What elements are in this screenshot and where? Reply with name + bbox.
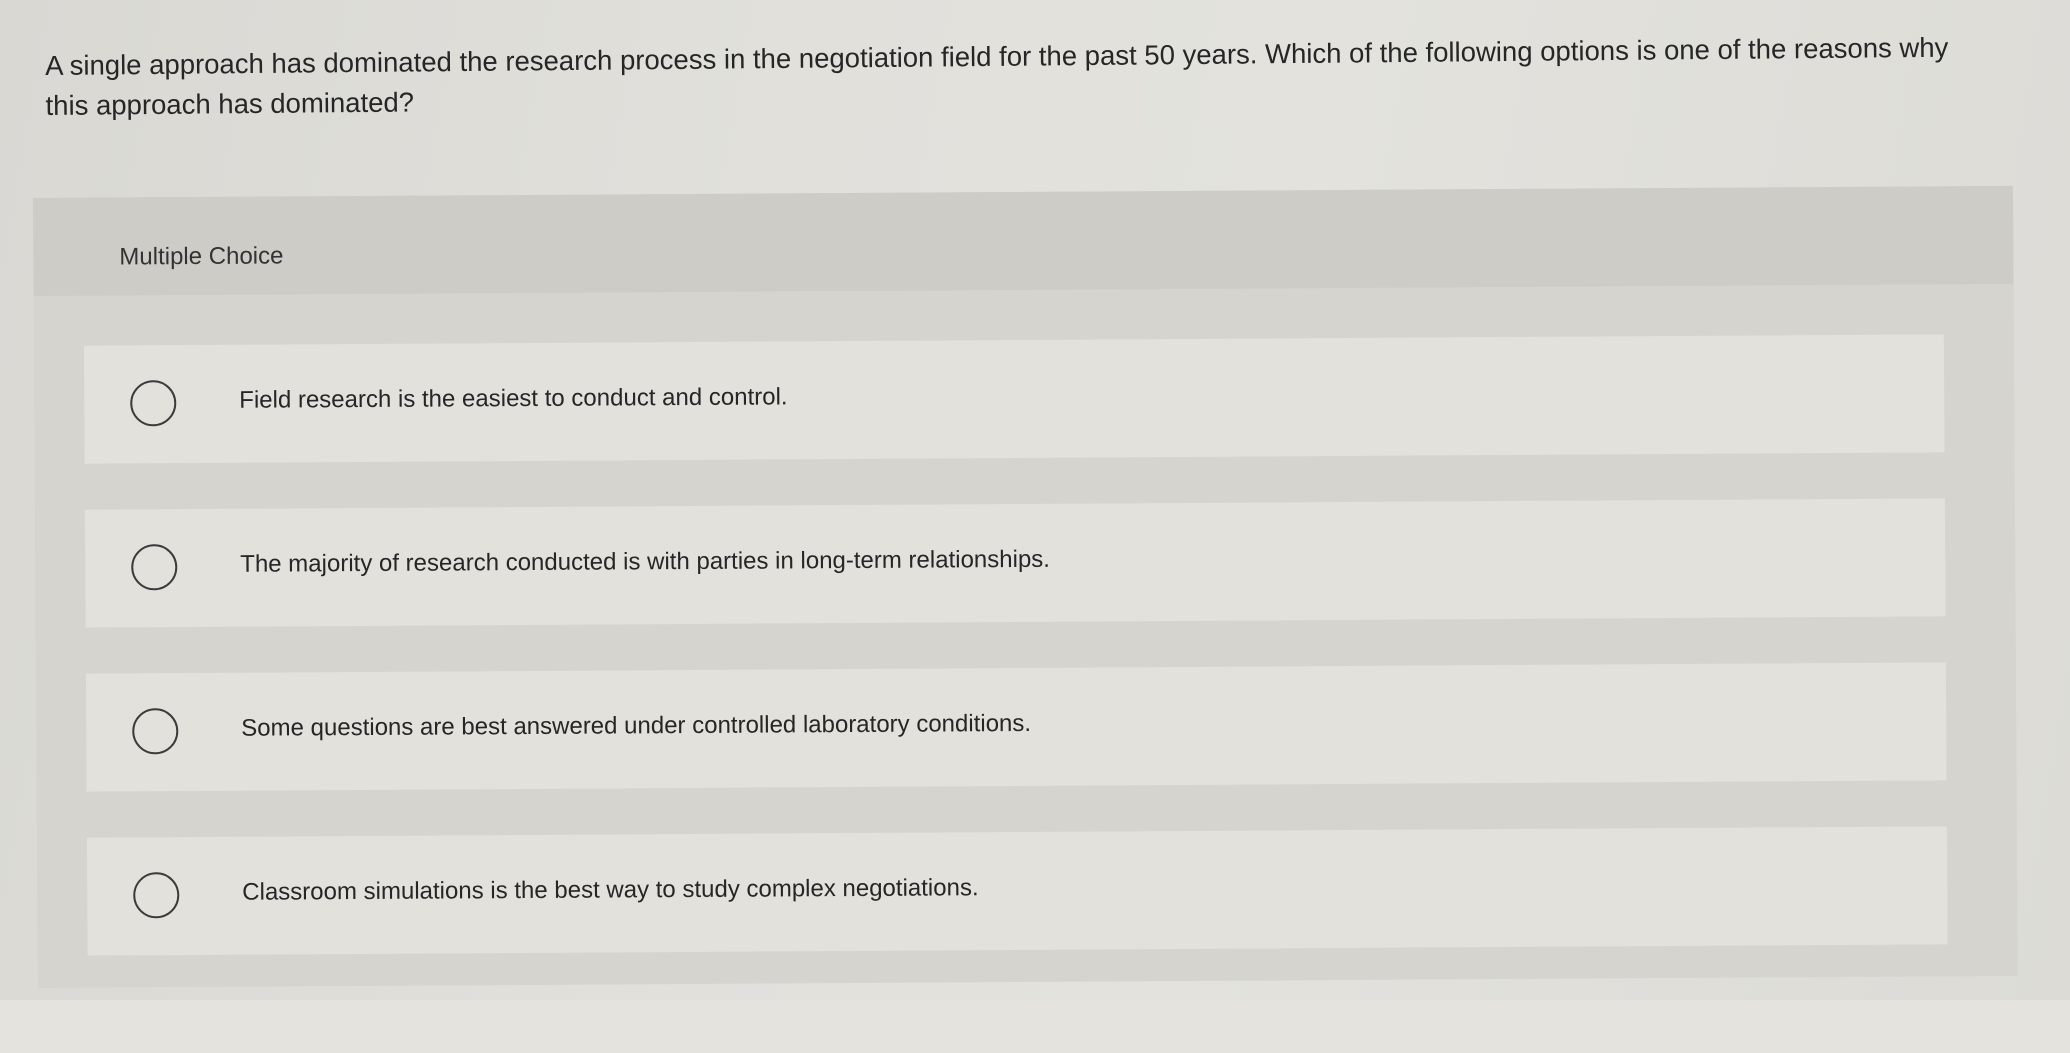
multiple-choice-panel: Multiple Choice Field research is the ea…	[33, 185, 2018, 988]
radio-button-icon[interactable]	[130, 380, 177, 427]
page-bottom-strip	[0, 1000, 2070, 1053]
radio-button-icon[interactable]	[132, 708, 179, 755]
answer-option-3[interactable]: Some questions are best answered under c…	[85, 662, 1947, 792]
panel-header: Multiple Choice	[33, 185, 2014, 296]
radio-button-icon[interactable]	[131, 544, 178, 591]
radio-button-icon[interactable]	[133, 872, 180, 919]
answer-option-4[interactable]: Classroom simulations is the best way to…	[86, 826, 1948, 956]
answer-option-2[interactable]: The majority of research conducted is wi…	[84, 498, 1946, 628]
answer-option-label[interactable]: Field research is the easiest to conduct…	[239, 383, 787, 414]
answer-option-label[interactable]: Some questions are best answered under c…	[241, 710, 1031, 743]
multiple-choice-label: Multiple Choice	[119, 242, 284, 271]
answer-option-label[interactable]: Classroom simulations is the best way to…	[242, 874, 979, 906]
question-text: A single approach has dominated the rese…	[45, 31, 1949, 121]
answer-option-label[interactable]: The majority of research conducted is wi…	[240, 546, 1050, 579]
answer-option-1[interactable]: Field research is the easiest to conduct…	[83, 334, 1945, 464]
